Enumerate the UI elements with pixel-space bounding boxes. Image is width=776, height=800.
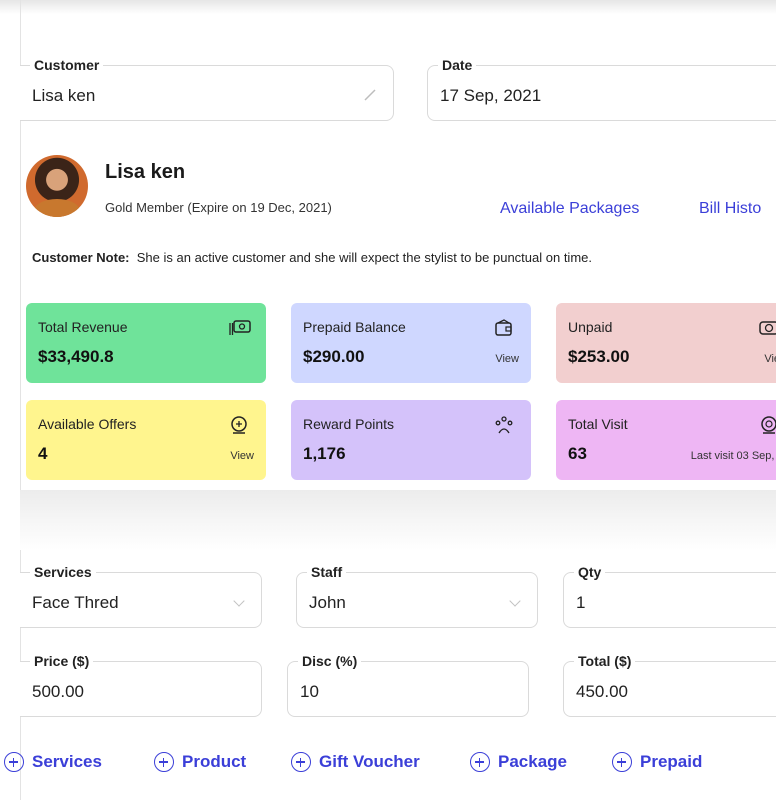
prepaid-balance-value: $290.00 [303,347,365,366]
add-product-label: Product [182,752,247,771]
total-revenue-card: Total Revenue $33,490.8 [26,303,266,383]
customer-note-label: Customer Note: [32,250,130,265]
add-package-label: Package [498,752,567,771]
add-circle-icon [612,752,632,772]
customer-note-text: She is an active customer and she will e… [136,250,592,265]
add-prepaid-button[interactable]: Prepaid [612,752,702,772]
qty-value: 1 [576,593,586,612]
prepaid-balance-card: Prepaid Balance $290.00 View [291,303,531,383]
date-label: Date [438,56,477,74]
unpaid-label: Unpaid [568,319,613,335]
staff-label: Staff [307,563,347,581]
staff-value: John [309,593,346,612]
edit-icon[interactable] [363,88,377,105]
qty-label: Qty [574,563,606,581]
available-offers-label: Available Offers [38,416,137,432]
last-visit-text: Last visit 03 Sep, 2021 [690,450,776,462]
add-services-button[interactable]: Services [4,752,102,772]
available-packages-link[interactable]: Available Packages [500,200,639,218]
price-value: 500.00 [32,682,84,701]
add-circle-icon [470,752,490,772]
staff-select[interactable]: Staff John [296,563,538,628]
discount-value: 10 [300,682,319,701]
add-gift-voucher-button[interactable]: Gift Voucher [291,752,420,772]
total-visit-label: Total Visit [568,416,628,432]
services-value: Face Thred [32,593,119,612]
total-visit-value: 63 [568,444,587,463]
qty-input[interactable]: Qty 1 [563,563,776,628]
reward-points-label: Reward Points [303,416,395,432]
total-visit-card: Total Visit 63 Last visit 03 Sep, 2021 [556,400,776,480]
offers-view-link[interactable]: View [230,450,254,462]
available-offers-value: 4 [38,444,48,463]
discount-input[interactable]: Disc (%) 10 [287,652,529,717]
services-select[interactable]: Services Face Thred [20,563,262,628]
total-revenue-label: Total Revenue [38,319,128,335]
date-value: 17 Sep, 2021 [440,86,542,105]
bill-history-link[interactable]: Bill Histo [699,200,761,218]
add-circle-icon [291,752,311,772]
cash-icon [228,317,251,339]
add-circle-icon [154,752,174,772]
add-gift-voucher-label: Gift Voucher [319,752,420,771]
unpaid-view-link[interactable]: View [764,353,776,365]
customer-field[interactable]: Customer Lisa ken [20,56,394,121]
add-prepaid-label: Prepaid [640,752,703,771]
chevron-down-icon[interactable] [233,595,245,607]
total-revenue-value: $33,490.8 [38,347,114,366]
price-input[interactable]: Price ($) 500.00 [20,652,262,717]
avatar [26,155,88,217]
available-offers-card: Available Offers 4 View [26,400,266,480]
add-services-label: Services [32,752,102,771]
customer-label: Customer [30,56,104,74]
prepaid-view-link[interactable]: View [495,353,519,365]
chevron-down-icon[interactable] [509,595,521,607]
unpaid-card: Unpaid $253.00 View [556,303,776,383]
add-product-button[interactable]: Product [154,752,246,772]
offer-icon [228,414,250,436]
date-field[interactable]: Date 17 Sep, 2021 [427,56,776,121]
total-label: Total ($) [574,652,636,670]
reward-points-card: Reward Points 1,176 [291,400,531,480]
money-icon [758,317,776,339]
total-input[interactable]: Total ($) 450.00 [563,652,776,717]
customer-note: Customer Note: She is an active customer… [32,250,592,265]
customer-name: Lisa ken [105,161,186,183]
add-package-button[interactable]: Package [470,752,567,772]
add-circle-icon [4,752,24,772]
section-divider [20,490,776,550]
services-label: Services [30,563,96,581]
wallet-icon [493,317,515,339]
reward-points-value: 1,176 [303,444,346,463]
visit-icon [758,414,776,436]
unpaid-value: $253.00 [568,347,630,366]
membership-status: Gold Member (Expire on 19 Dec, 2021) [105,200,332,215]
discount-label: Disc (%) [298,652,362,670]
reward-icon [493,414,515,436]
prepaid-balance-label: Prepaid Balance [303,319,406,335]
price-label: Price ($) [30,652,94,670]
customer-value: Lisa ken [32,86,96,105]
total-value: 450.00 [576,682,628,701]
top-shadow [0,0,776,14]
